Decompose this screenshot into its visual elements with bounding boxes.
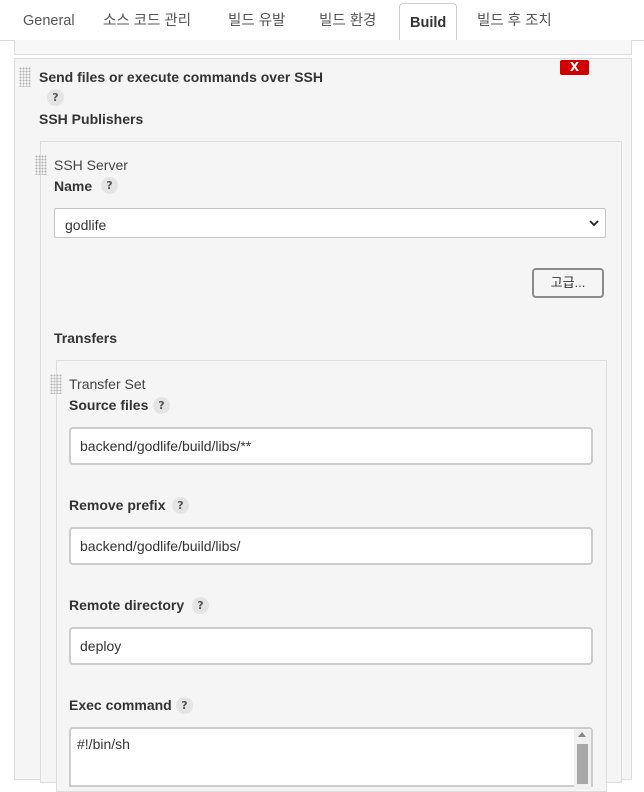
tab-build-environment[interactable]: 빌드 환경 [319, 0, 376, 40]
tab-post-build-actions[interactable]: 빌드 후 조치 [477, 0, 552, 40]
scrollbar-thumb[interactable] [577, 744, 588, 784]
scroll-up-arrow-icon[interactable] [578, 732, 586, 737]
ssh-server-name-value: godlife [65, 217, 107, 233]
transfer-set-section-label: Transfer Set [69, 376, 146, 392]
exec-command-label: Exec command [69, 697, 172, 713]
tab-bar: General 소스 코드 관리 빌드 유발 빌드 환경 Build 빌드 후 … [0, 0, 644, 42]
build-step-title: Send files or execute commands over SSH [39, 69, 323, 85]
transfers-heading: Transfers [54, 330, 118, 346]
ssh-server-name-select[interactable]: godlife [54, 208, 606, 238]
remove-prefix-label: Remove prefix [69, 497, 166, 513]
exec-command-textarea[interactable]: #!/bin/sh [69, 727, 593, 787]
help-icon[interactable]: ? [172, 497, 189, 514]
name-label: Name [54, 178, 93, 194]
advanced-button[interactable]: 고급... [532, 268, 604, 298]
remove-prefix-input[interactable]: backend/godlife/build/libs/ [69, 527, 593, 565]
tab-general[interactable]: General [23, 0, 75, 40]
previous-build-step-bottom [14, 40, 632, 55]
delete-build-step-button[interactable]: X [560, 60, 589, 75]
help-icon[interactable]: ? [176, 697, 193, 714]
drag-handle-icon[interactable] [50, 374, 62, 394]
chevron-down-icon [589, 213, 599, 236]
drag-handle-icon[interactable] [35, 155, 47, 175]
tab-build[interactable]: Build [399, 3, 458, 42]
remote-directory-label: Remote directory [69, 597, 185, 613]
help-icon[interactable]: ? [192, 597, 209, 614]
exec-command-scrollbar[interactable] [574, 729, 591, 789]
tab-build-triggers[interactable]: 빌드 유발 [228, 0, 285, 40]
remote-directory-input[interactable]: deploy [69, 627, 593, 665]
source-files-input[interactable]: backend/godlife/build/libs/** [69, 427, 593, 465]
ssh-server-section-label: SSH Server [54, 157, 128, 173]
help-icon[interactable]: ? [153, 397, 170, 414]
help-icon[interactable]: ? [101, 177, 118, 194]
ssh-publishers-heading: SSH Publishers [39, 111, 144, 127]
drag-handle-icon[interactable] [19, 67, 31, 87]
tab-source-code-management[interactable]: 소스 코드 관리 [103, 0, 191, 40]
help-icon[interactable]: ? [47, 89, 64, 106]
source-files-label: Source files [69, 397, 149, 413]
